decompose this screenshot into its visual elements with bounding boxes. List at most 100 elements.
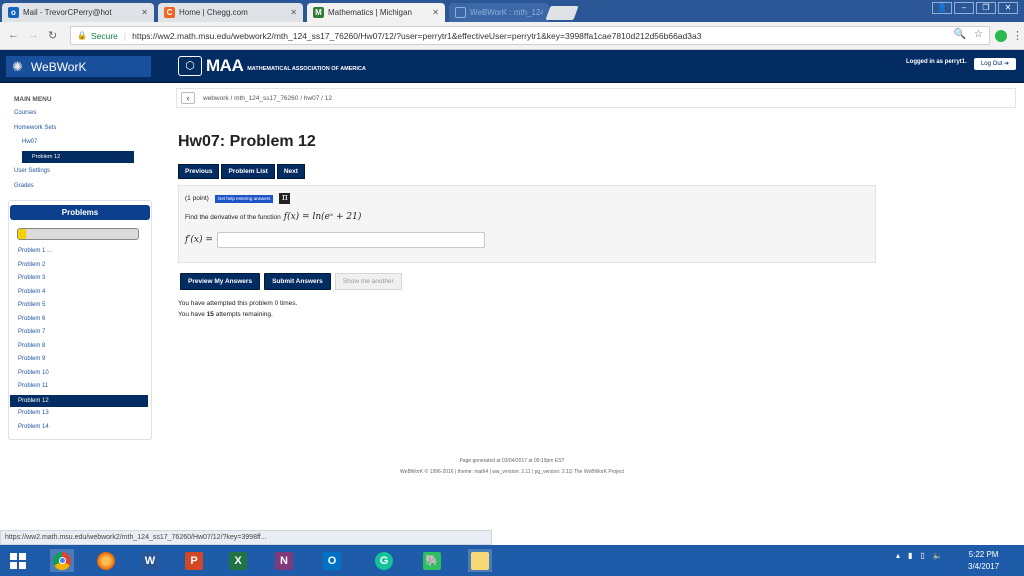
problem-list-item[interactable]: Problem 6 xyxy=(18,316,45,322)
submit-answers-button[interactable]: Submit Answers xyxy=(264,273,331,290)
sidebar-item-grades[interactable]: Grades xyxy=(14,183,34,189)
webwork-header: ✺ WeBWorK ⬡ MAA MATHEMATICAL ASSOCIATION… xyxy=(0,50,1024,83)
problem-list-item[interactable]: Problem 13 xyxy=(18,410,49,416)
problem-list-item[interactable]: Problem 2 xyxy=(18,262,45,268)
battery-icon[interactable]: ▯ xyxy=(920,551,924,560)
problems-panel-title: Problems xyxy=(10,205,150,220)
page-title: Hw07: Problem 12 xyxy=(178,133,316,150)
breadcrumb: ‹ webwork / mth_124_ss17_76260 / hw07 / … xyxy=(176,88,1016,108)
word-taskbar-icon[interactable]: W xyxy=(138,549,162,572)
powerpoint-taskbar-icon[interactable]: P xyxy=(182,549,206,572)
close-icon[interactable]: ✕ xyxy=(432,8,439,17)
grammarly-taskbar-icon[interactable]: G xyxy=(372,549,396,572)
progress-bar-fill xyxy=(18,229,27,239)
zoom-icon[interactable]: 🔍 xyxy=(954,29,966,40)
chevron-left-icon[interactable]: ‹ xyxy=(181,92,195,104)
logged-in-text: Logged in as perryt1. xyxy=(906,59,967,65)
problem-list-item[interactable]: Problem 12 xyxy=(10,394,148,407)
answer-label: f′(x) = xyxy=(185,235,213,245)
sidebar-item-hw07[interactable]: Hw07 xyxy=(22,139,37,145)
tab-webwork[interactable]: WeBWorK : mth_124_ss1 xyxy=(449,3,549,22)
webwork-star-icon: ✺ xyxy=(12,58,23,74)
problem-list-item[interactable]: Problem 1 ... xyxy=(18,248,52,254)
footer-generated: Page generated at 03/04/2017 at 05:19pm … xyxy=(459,458,565,464)
tab-chegg[interactable]: C Home | Chegg.com ✕ xyxy=(158,3,303,22)
tab-mathematics[interactable]: M Mathematics | Michigan ✕ xyxy=(307,3,445,22)
maa-logo[interactable]: ⬡ MAA MATHEMATICAL ASSOCIATION OF AMERIC… xyxy=(178,56,366,76)
user-icon[interactable]: 👤 xyxy=(932,2,952,14)
chevron-up-icon[interactable]: ▴ xyxy=(896,551,900,560)
problem-list-item[interactable]: Problem 4 xyxy=(18,289,45,295)
outlook-taskbar-icon[interactable]: O xyxy=(320,549,344,572)
preview-answers-button[interactable]: Preview My Answers xyxy=(180,273,261,290)
extension-icon[interactable] xyxy=(995,30,1007,42)
progress-bar xyxy=(17,228,139,240)
problem-list-item[interactable]: Problem 10 xyxy=(18,370,49,376)
footer-copyright: WeBWorK © 1996-2016 | theme: math4 | ww_… xyxy=(400,469,624,475)
excel-taskbar-icon[interactable]: X xyxy=(226,549,250,572)
previous-button[interactable]: Previous xyxy=(178,164,220,179)
help-entering-answers-button[interactable]: Get help entering answers xyxy=(214,194,274,203)
back-arrow-icon[interactable]: ← xyxy=(8,29,19,41)
tab-mail[interactable]: o Mail - TrevorCPerry@hot ✕ xyxy=(2,3,154,22)
webwork-logo[interactable]: ✺ WeBWorK xyxy=(6,56,151,77)
sidebar-item-user-settings[interactable]: User Settings xyxy=(14,168,50,174)
show-another-button: Show me another xyxy=(334,273,402,290)
problem-list-item[interactable]: Problem 7 xyxy=(18,329,45,335)
close-window-icon[interactable]: ✕ xyxy=(998,2,1018,14)
problem-list-item[interactable]: Problem 14 xyxy=(18,424,49,430)
breadcrumb-path[interactable]: webwork / mth_124_ss17_76260 / hw07 / 12 xyxy=(203,95,332,102)
windows-start-icon[interactable] xyxy=(10,553,26,569)
chrome-taskbar-icon[interactable] xyxy=(50,549,74,572)
answer-input[interactable] xyxy=(216,232,485,248)
outlook-icon: o xyxy=(8,7,19,18)
msu-icon: M xyxy=(313,7,324,18)
close-icon[interactable]: ✕ xyxy=(290,8,297,17)
new-tab-button[interactable] xyxy=(545,6,579,20)
function-expression: f(x) = ln(eˣ + 21) xyxy=(283,212,362,222)
next-button[interactable]: Next xyxy=(276,164,305,179)
pi-icon[interactable]: π xyxy=(279,193,291,204)
taskbar: W P X N O G 🐘 xyxy=(0,545,1024,576)
minimize-icon[interactable]: – xyxy=(954,2,974,14)
chegg-icon: C xyxy=(164,7,175,18)
problem-points: (1 point) xyxy=(185,195,209,202)
taskbar-clock[interactable]: 5:22 PM 3/4/2017 xyxy=(968,549,999,573)
maximize-icon[interactable]: ❐ xyxy=(976,2,996,14)
problem-list-item[interactable]: Problem 3 xyxy=(18,275,45,281)
volume-icon[interactable]: 🔈 xyxy=(933,551,943,560)
problems-panel: Problems Problem 1 ... Problem 2 Problem 3… xyxy=(8,200,152,440)
logout-button[interactable]: Log Out ➔ xyxy=(974,58,1016,70)
sidebar-item-problem-12[interactable]: Problem 12 xyxy=(22,151,134,163)
system-tray: ▴ ▮ ▯ 🔈 xyxy=(896,551,943,560)
problem-list-item[interactable]: Problem 11 xyxy=(18,383,48,389)
close-icon[interactable]: ✕ xyxy=(141,8,148,17)
problem-question: Find the derivative of the function f(x)… xyxy=(185,212,362,222)
firefox-taskbar-icon[interactable] xyxy=(94,549,118,572)
sidebar-item-homework-sets[interactable]: Homework Sets xyxy=(14,125,56,131)
bookmark-star-icon[interactable]: ☆ xyxy=(974,29,983,40)
forward-arrow-icon[interactable]: → xyxy=(28,29,39,41)
url-input[interactable]: 🔒 Secure | https://ww2.math.msu.edu/webw… xyxy=(70,26,990,45)
menu-dots-icon[interactable]: ⋮ xyxy=(1012,29,1023,42)
onenote-taskbar-icon[interactable]: N xyxy=(272,549,296,572)
attempts-count: You have attempted this problem 0 times. xyxy=(178,300,298,307)
address-bar: ← → ↻ 🔒 Secure | https://ww2.math.msu.ed… xyxy=(0,22,1024,50)
lock-icon: 🔒 xyxy=(77,31,87,40)
reload-icon[interactable]: ↻ xyxy=(48,29,57,42)
status-url: https://ww2.math.msu.edu/webwork2/mth_12… xyxy=(0,530,492,545)
attempts-remaining: You have 15 attempts remaining. xyxy=(178,311,273,318)
problem-list-item[interactable]: Problem 5 xyxy=(18,302,45,308)
answer-actions: Preview My Answers Submit Answers Show m… xyxy=(180,273,402,290)
browser-tab-bar: o Mail - TrevorCPerry@hot ✕ C Home | Che… xyxy=(0,0,1024,22)
main-menu: MAIN MENU Courses Homework Sets Hw07 Pro… xyxy=(8,88,152,198)
sidebar-item-courses[interactable]: Courses xyxy=(14,110,36,116)
network-icon[interactable]: ▮ xyxy=(908,551,912,560)
window-controls: 👤 – ❐ ✕ xyxy=(932,2,1018,16)
file-explorer-taskbar-icon[interactable] xyxy=(468,549,492,572)
evernote-taskbar-icon[interactable]: 🐘 xyxy=(420,549,444,572)
problem-list-button[interactable]: Problem List xyxy=(221,164,275,179)
problem-list-item[interactable]: Problem 8 xyxy=(18,343,45,349)
problem-list-item[interactable]: Problem 9 xyxy=(18,356,45,362)
url-text: https://ww2.math.msu.edu/webwork2/mth_12… xyxy=(132,30,702,41)
